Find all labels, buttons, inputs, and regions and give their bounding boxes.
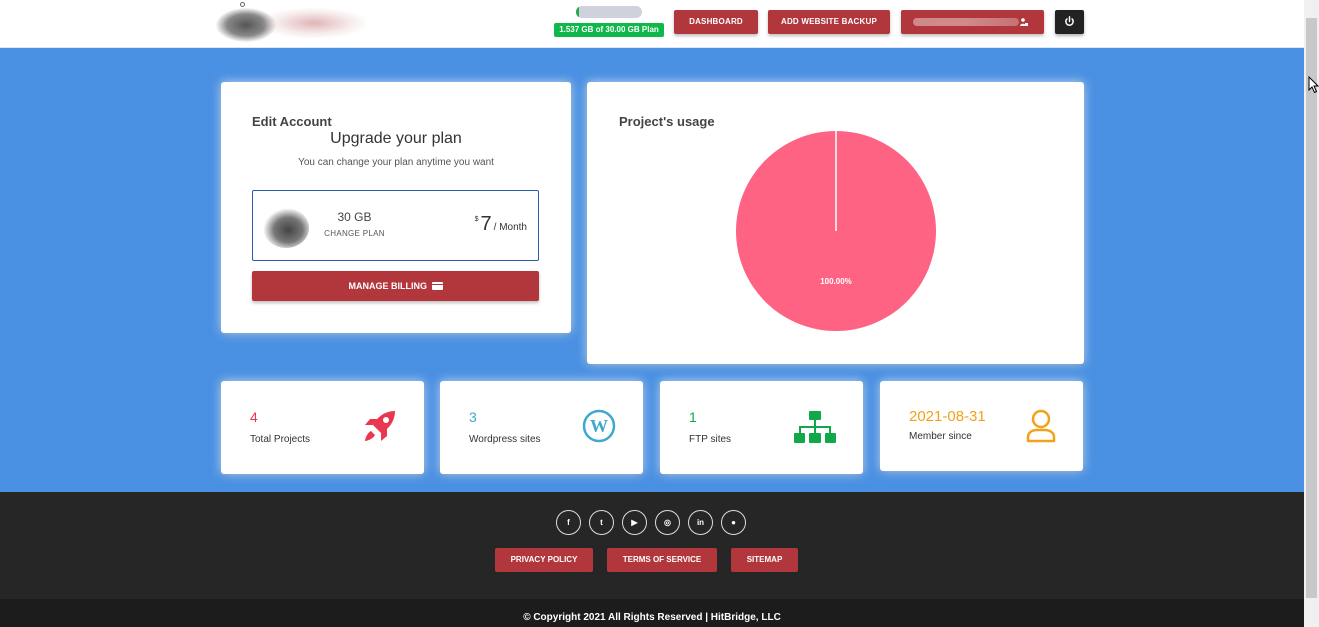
page-scrollbar[interactable] bbox=[1304, 0, 1319, 627]
usage-pie-chart: 100.00% bbox=[736, 131, 936, 331]
manage-billing-label: MANAGE BILLING bbox=[348, 281, 427, 291]
price-period: / Month bbox=[493, 222, 527, 233]
github-icon[interactable]: ● bbox=[721, 510, 746, 535]
price-amount: 7 bbox=[480, 213, 492, 235]
account-name-redacted bbox=[913, 18, 1019, 26]
privacy-policy-button[interactable]: PRIVACY POLICY bbox=[495, 548, 593, 572]
stat-label: FTP sites bbox=[689, 434, 732, 445]
pie-slice-label: 100.00% bbox=[820, 277, 852, 286]
current-plan-option[interactable]: 30 GB CHANGE PLAN $7/ Month bbox=[252, 190, 539, 261]
stat-value: 1 bbox=[689, 409, 697, 425]
power-icon bbox=[1065, 16, 1074, 26]
stat-card-wordpress-sites: 3 Wordpress sites W bbox=[440, 381, 643, 474]
add-website-backup-button[interactable]: ADD WEBSITE BACKUP bbox=[768, 10, 890, 34]
twitter-icon[interactable]: t bbox=[589, 510, 614, 535]
stat-label: Member since bbox=[909, 431, 972, 442]
terms-of-service-button[interactable]: TERMS OF SERVICE bbox=[607, 548, 717, 572]
storage-progress-fill bbox=[576, 6, 580, 18]
credit-card-icon bbox=[431, 281, 443, 290]
stat-card-total-projects: 4 Total Projects bbox=[221, 381, 424, 474]
stat-card-member-since: 2021-08-31 Member since bbox=[880, 381, 1083, 471]
sitemap-icon bbox=[794, 411, 836, 443]
sitemap-button[interactable]: SITEMAP bbox=[731, 548, 798, 572]
project-usage-card: Project's usage 100.00% bbox=[587, 82, 1084, 364]
plan-price: $7/ Month bbox=[475, 213, 527, 236]
upgrade-plan-title: Upgrade your plan bbox=[330, 130, 462, 147]
stat-card-ftp-sites: 1 FTP sites bbox=[660, 381, 863, 474]
plan-size: 30 GB bbox=[337, 210, 372, 224]
copyright-bar: © Copyright 2021 All Rights Reserved | H… bbox=[0, 599, 1304, 627]
storage-usage: 1.537 GB of 30.00 GB Plan bbox=[554, 5, 664, 39]
storage-progress-bar bbox=[576, 6, 642, 18]
svg-text:W: W bbox=[590, 416, 608, 436]
instagram-icon[interactable]: ◎ bbox=[655, 510, 680, 535]
stat-value: 2021-08-31 bbox=[909, 408, 986, 425]
facebook-icon[interactable]: f bbox=[556, 510, 581, 535]
account-menu-button[interactable] bbox=[901, 10, 1044, 34]
storage-badge: 1.537 GB of 30.00 GB Plan bbox=[554, 23, 664, 37]
plan-image bbox=[263, 208, 309, 248]
site-footer: f t ▶ ◎ in ● PRIVACY POLICY TERMS OF SER… bbox=[0, 492, 1304, 599]
scrollbar-thumb[interactable] bbox=[1306, 18, 1317, 598]
linkedin-icon[interactable]: in bbox=[688, 510, 713, 535]
dashboard-button[interactable]: DASHBOARD bbox=[674, 10, 758, 34]
manage-billing-button[interactable]: MANAGE BILLING bbox=[252, 271, 539, 301]
change-plan-link[interactable]: CHANGE PLAN bbox=[317, 229, 392, 238]
logo-wordmark bbox=[262, 8, 366, 38]
user-lock-icon bbox=[1020, 18, 1028, 26]
edit-account-title: Edit Account bbox=[252, 114, 332, 129]
logout-button[interactable] bbox=[1055, 10, 1084, 34]
project-usage-title: Project's usage bbox=[619, 114, 715, 129]
price-currency: $ bbox=[474, 216, 479, 223]
upgrade-plan-subtitle: You can change your plan anytime you wan… bbox=[298, 157, 494, 168]
mouse-cursor-icon bbox=[1308, 76, 1319, 94]
brand-logo[interactable] bbox=[216, 2, 366, 44]
user-icon bbox=[1026, 409, 1056, 443]
stat-value: 3 bbox=[469, 409, 477, 425]
logo-dot bbox=[240, 2, 245, 7]
wordpress-icon: W bbox=[582, 409, 616, 443]
copyright-text: © Copyright 2021 All Rights Reserved | H… bbox=[523, 612, 781, 623]
stat-label: Total Projects bbox=[250, 434, 311, 445]
stat-value: 4 bbox=[250, 409, 258, 425]
edit-account-card: Edit Account Upgrade your plan You can c… bbox=[221, 82, 571, 333]
youtube-icon[interactable]: ▶ bbox=[622, 510, 647, 535]
stat-label: Wordpress sites bbox=[469, 434, 541, 445]
rocket-icon bbox=[365, 411, 395, 441]
top-header: 1.537 GB of 30.00 GB Plan DASHBOARD ADD … bbox=[0, 0, 1304, 48]
